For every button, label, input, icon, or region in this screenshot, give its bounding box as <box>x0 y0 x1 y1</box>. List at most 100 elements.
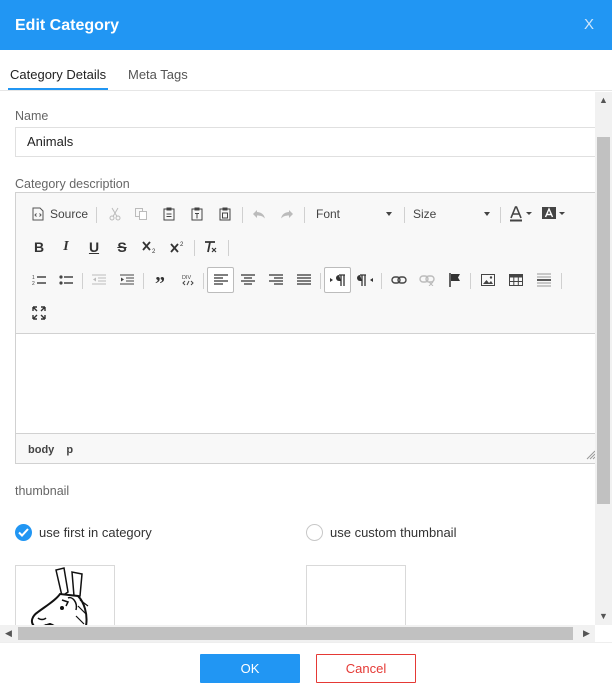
bulleted-list-button[interactable] <box>55 267 77 293</box>
strikethrough-icon: S <box>117 239 127 255</box>
chevron-down-icon <box>386 212 392 216</box>
align-left-icon <box>213 274 228 285</box>
horizontal-line-button[interactable] <box>533 267 555 293</box>
horizontal-scrollbar[interactable]: ◀ ▶ <box>0 625 595 642</box>
redo-icon <box>281 210 293 219</box>
unlink-icon <box>419 275 435 286</box>
vertical-scrollbar-thumb[interactable] <box>597 137 610 504</box>
font-dropdown-label: Font <box>316 207 341 221</box>
toolbar-separator <box>304 207 305 223</box>
maximize-button[interactable] <box>28 300 50 326</box>
subscript-button[interactable]: 2 <box>139 234 161 260</box>
background-color-button[interactable] <box>541 201 567 227</box>
link-icon <box>391 276 407 284</box>
tab-meta-tags[interactable]: Meta Tags <box>128 67 188 82</box>
superscript-icon: 2 <box>170 242 184 253</box>
blockquote-button[interactable]: ” <box>149 267 171 294</box>
check-circle-icon <box>15 524 32 541</box>
path-item-p[interactable]: p <box>66 444 73 456</box>
text-color-button[interactable] <box>508 201 534 227</box>
horizontal-line-icon <box>537 273 551 287</box>
svg-text:DIV: DIV <box>182 275 192 281</box>
insert-table-button[interactable] <box>505 267 527 293</box>
tab-category-details[interactable]: Category Details <box>7 67 109 90</box>
thumbnail-label: thumbnail <box>15 484 70 498</box>
source-label: Source <box>49 207 89 221</box>
tab-bar: Category Details Meta Tags <box>0 50 612 91</box>
align-center-button[interactable] <box>237 267 259 293</box>
insert-link-button[interactable] <box>388 267 410 293</box>
undo-button[interactable] <box>248 201 270 227</box>
toolbar-row-3: 12 ” DIV <box>26 267 586 294</box>
close-button[interactable]: X <box>584 16 594 33</box>
dialog-content: Name Animals Category description Source <box>0 92 595 625</box>
superscript-button[interactable]: 2 <box>167 234 189 260</box>
source-button[interactable]: Source <box>28 201 92 227</box>
remove-format-button[interactable] <box>200 234 222 260</box>
scroll-down-icon[interactable]: ▼ <box>595 611 612 621</box>
paste-word-button[interactable] <box>214 201 236 227</box>
text-direction-rtl-button[interactable] <box>354 267 376 293</box>
unlink-button[interactable] <box>416 267 438 293</box>
increase-indent-icon <box>120 274 134 285</box>
cancel-button[interactable]: Cancel <box>316 654 416 683</box>
copy-button[interactable] <box>130 201 152 227</box>
flag-icon <box>449 273 460 287</box>
table-icon <box>509 274 523 286</box>
horizontal-scrollbar-thumb[interactable] <box>18 627 573 640</box>
scroll-up-icon[interactable]: ▲ <box>595 95 612 105</box>
chevron-down-icon <box>484 212 490 216</box>
paste-word-icon <box>219 207 231 221</box>
svg-text:2: 2 <box>152 249 156 254</box>
ok-button[interactable]: OK <box>200 654 300 683</box>
align-left-button[interactable] <box>207 267 234 293</box>
cut-button[interactable] <box>104 201 126 227</box>
numbered-list-button[interactable]: 12 <box>28 267 50 293</box>
bold-button[interactable]: B <box>28 234 50 260</box>
decrease-indent-button[interactable] <box>88 267 110 293</box>
vertical-scrollbar[interactable]: ▲ ▼ <box>595 92 612 625</box>
resize-grip-icon[interactable] <box>586 450 595 460</box>
radio-use-custom[interactable]: use custom thumbnail <box>306 524 456 541</box>
align-center-icon <box>241 274 255 285</box>
underline-button[interactable]: U <box>83 234 105 260</box>
subscript-icon: 2 <box>142 241 156 254</box>
svg-text:2: 2 <box>32 281 35 286</box>
toolbar-separator <box>470 273 471 289</box>
paste-text-button[interactable] <box>186 201 208 227</box>
svg-text:2: 2 <box>180 242 184 248</box>
scroll-left-icon[interactable]: ◀ <box>0 628 17 639</box>
align-right-button[interactable] <box>265 267 287 293</box>
dialog-footer: OK Cancel <box>0 642 612 692</box>
create-div-button[interactable]: DIV <box>177 267 199 293</box>
cut-icon <box>109 207 121 221</box>
justify-icon <box>297 274 311 285</box>
text-direction-ltr-button[interactable] <box>324 267 351 293</box>
custom-thumbnail-placeholder[interactable] <box>306 565 406 625</box>
strikethrough-button[interactable]: S <box>111 234 133 260</box>
font-dropdown[interactable]: Font <box>316 201 392 227</box>
justify-button[interactable] <box>293 267 315 293</box>
paste-icon <box>163 207 175 221</box>
editor-content-area[interactable] <box>16 333 595 434</box>
increase-indent-button[interactable] <box>116 267 138 293</box>
size-dropdown[interactable]: Size <box>413 201 490 227</box>
paste-button[interactable] <box>158 201 180 227</box>
path-item-body[interactable]: body <box>28 444 54 456</box>
redo-button[interactable] <box>276 201 298 227</box>
scroll-right-icon[interactable]: ▶ <box>578 628 595 639</box>
name-input[interactable]: Animals <box>15 127 595 157</box>
background-color-icon <box>542 207 565 219</box>
toolbar-separator <box>404 207 405 223</box>
remove-format-icon <box>205 241 217 253</box>
rich-text-editor: Source Font Size B I U S 2 2 1 2 ” DIV b… <box>15 192 595 464</box>
toolbar-separator <box>194 240 195 256</box>
radio-use-first[interactable]: use first in category <box>15 524 152 541</box>
anchor-button[interactable] <box>444 267 466 293</box>
insert-image-button[interactable] <box>477 267 499 293</box>
toolbar-separator <box>561 273 562 289</box>
toolbar-row-1: Source Font Size <box>26 201 586 227</box>
italic-button[interactable]: I <box>55 234 77 260</box>
source-icon <box>32 207 44 221</box>
undo-icon <box>253 210 265 219</box>
